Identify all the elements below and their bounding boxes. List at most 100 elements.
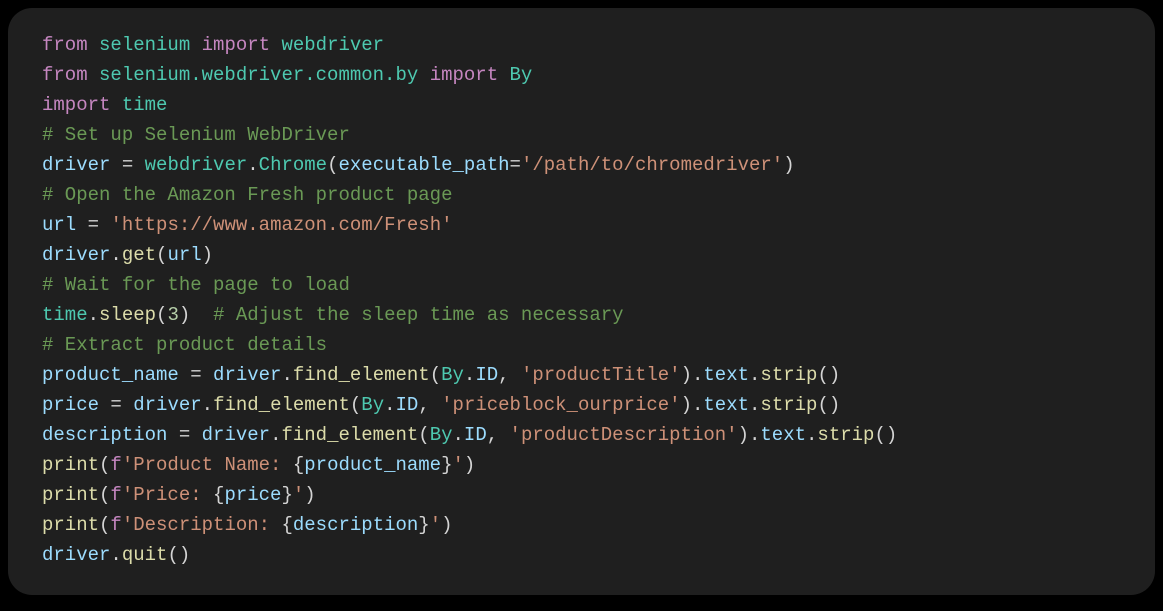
code-token: print (42, 454, 99, 476)
code-block[interactable]: from selenium import webdriver from sele… (8, 8, 1155, 595)
code-line: import time (42, 90, 1121, 120)
code-token: price (42, 394, 99, 416)
code-token: = (110, 154, 144, 176)
code-token: () (874, 424, 897, 446)
code-token: ) (441, 514, 452, 536)
code-token: ( (99, 454, 110, 476)
code-token: By (361, 394, 384, 416)
code-token: = (167, 424, 201, 446)
code-line: driver.get(url) (42, 240, 1121, 270)
code-token: } (418, 514, 429, 536)
code-token: , (498, 364, 521, 386)
code-token (88, 64, 99, 86)
code-token: sleep (99, 304, 156, 326)
code-token: strip (760, 364, 817, 386)
code-token: By (430, 424, 453, 446)
code-token: quit (122, 544, 168, 566)
code-token: 'productDescription' (510, 424, 738, 446)
code-token: . (202, 394, 213, 416)
code-token: { (281, 514, 292, 536)
code-token: () (817, 394, 840, 416)
code-token: ). (738, 424, 761, 446)
code-token: time (122, 94, 168, 116)
code-token: f (110, 514, 121, 536)
code-token: selenium.webdriver.common.by (99, 64, 418, 86)
code-token: driver (213, 364, 281, 386)
code-token: print (42, 514, 99, 536)
code-token: # Set up Selenium WebDriver (42, 124, 350, 146)
code-token: ) (304, 484, 315, 506)
code-line: driver.quit() (42, 540, 1121, 570)
code-line: print(f'Description: {description}') (42, 510, 1121, 540)
code-token: ID (464, 424, 487, 446)
code-token: ( (418, 424, 429, 446)
code-token: By (510, 64, 533, 86)
code-line: print(f'Price: {price}') (42, 480, 1121, 510)
code-token: () (817, 364, 840, 386)
code-token: ( (327, 154, 338, 176)
code-token: import (202, 34, 270, 56)
code-token: = (179, 364, 213, 386)
code-token: # Open the Amazon Fresh product page (42, 184, 452, 206)
code-line: description = driver.find_element(By.ID,… (42, 420, 1121, 450)
code-token: , (418, 394, 441, 416)
code-token: 'Price: (122, 484, 213, 506)
code-token: . (453, 424, 464, 446)
code-token: strip (817, 424, 874, 446)
code-token: ( (99, 514, 110, 536)
code-token: price (224, 484, 281, 506)
code-token: ID (475, 364, 498, 386)
code-token: find_element (293, 364, 430, 386)
code-token: ' (430, 514, 441, 536)
code-token: text (760, 424, 806, 446)
code-token: driver (42, 544, 110, 566)
code-token: # Wait for the page to load (42, 274, 350, 296)
code-token: ) (464, 454, 475, 476)
code-token: f (110, 454, 121, 476)
code-token: description (42, 424, 167, 446)
code-token: { (213, 484, 224, 506)
code-token: url (167, 244, 201, 266)
code-token: Chrome (259, 154, 327, 176)
code-line: driver = webdriver.Chrome(executable_pat… (42, 150, 1121, 180)
code-token: . (806, 424, 817, 446)
code-token: ' (293, 484, 304, 506)
code-line: from selenium import webdriver (42, 30, 1121, 60)
code-token: = (510, 154, 521, 176)
code-token (110, 94, 121, 116)
code-token: webdriver (145, 154, 248, 176)
code-token: print (42, 484, 99, 506)
code-token: selenium (99, 34, 190, 56)
code-line: # Wait for the page to load (42, 270, 1121, 300)
code-token: ( (156, 304, 167, 326)
code-token: = (99, 394, 133, 416)
code-token: () (167, 544, 190, 566)
code-token: . (110, 244, 121, 266)
code-token (270, 34, 281, 56)
code-token: ( (350, 394, 361, 416)
code-token: . (749, 364, 760, 386)
code-token: strip (760, 394, 817, 416)
code-token: 3 (167, 304, 178, 326)
code-token: find_element (281, 424, 418, 446)
code-token: executable_path (339, 154, 510, 176)
code-token: driver (42, 244, 110, 266)
code-token: By (441, 364, 464, 386)
code-token: . (270, 424, 281, 446)
code-token: ). (681, 394, 704, 416)
code-token: 'priceblock_ourprice' (441, 394, 680, 416)
code-token: '/path/to/chromedriver' (521, 154, 783, 176)
code-token: webdriver (281, 34, 384, 56)
code-token (498, 64, 509, 86)
code-token: . (110, 544, 121, 566)
code-line: product_name = driver.find_element(By.ID… (42, 360, 1121, 390)
code-token: text (703, 394, 749, 416)
code-token: ) (783, 154, 794, 176)
code-line: print(f'Product Name: {product_name}') (42, 450, 1121, 480)
code-token: 'Product Name: (122, 454, 293, 476)
code-line: # Extract product details (42, 330, 1121, 360)
code-token: driver (202, 424, 270, 446)
code-token: f (110, 484, 121, 506)
code-token: # Extract product details (42, 334, 327, 356)
code-token: url (42, 214, 76, 236)
